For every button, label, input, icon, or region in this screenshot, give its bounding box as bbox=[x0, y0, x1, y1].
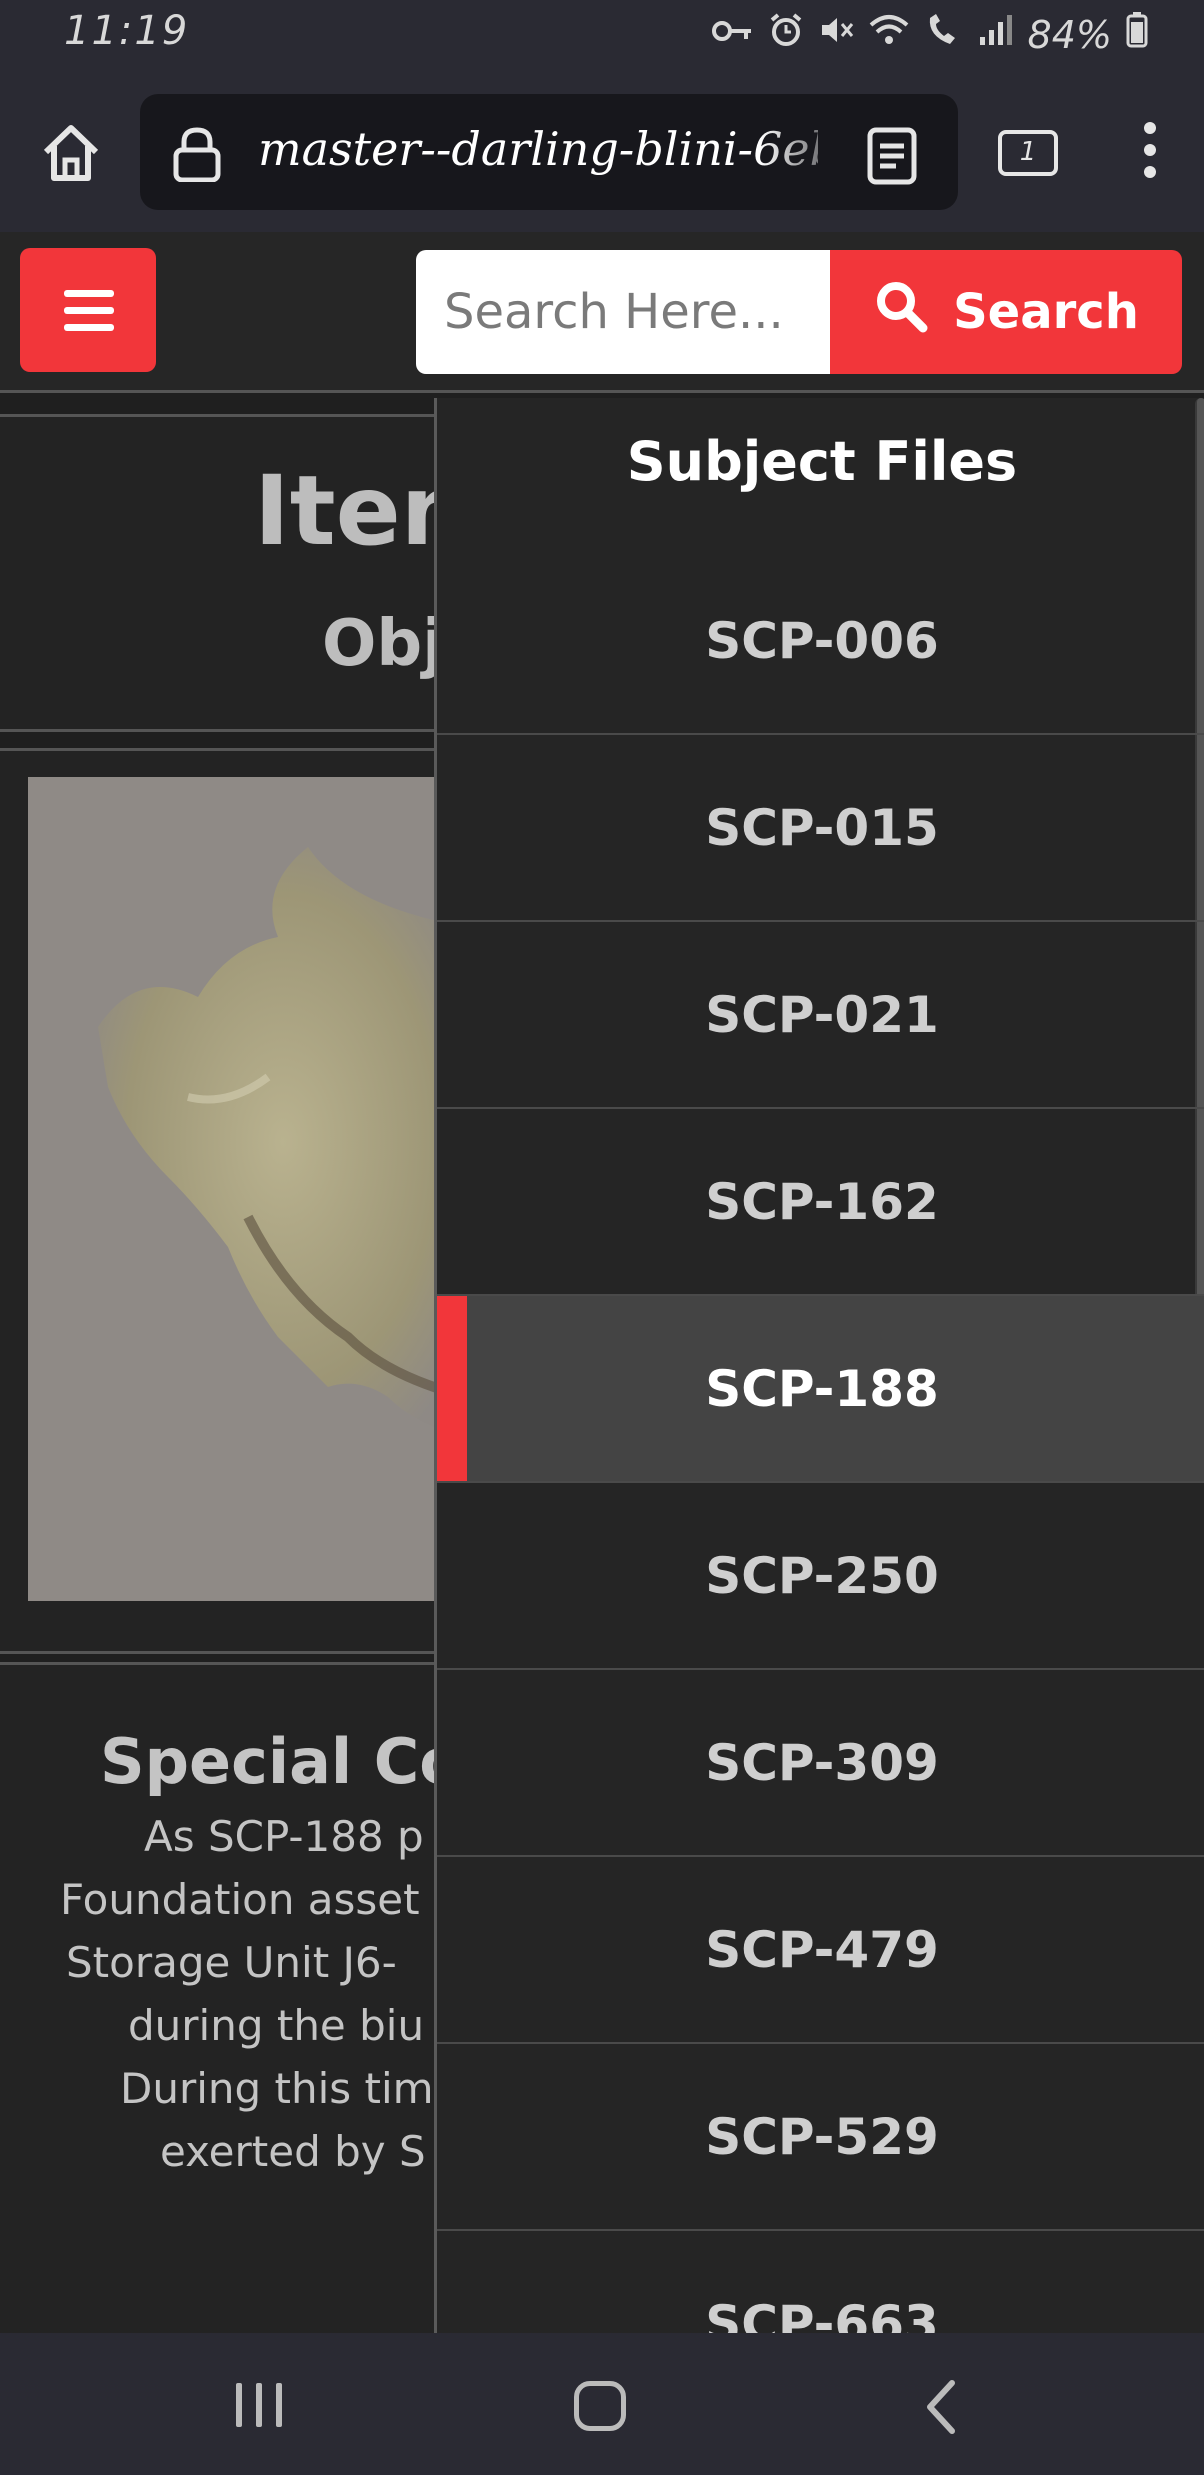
status-icons: 84% bbox=[711, 12, 1148, 57]
browser-toolbar: master--darling-blini-6eb 1 bbox=[0, 72, 1204, 232]
drawer-title: Subject Files bbox=[626, 430, 1018, 493]
object-class: Obj bbox=[322, 607, 445, 681]
signal-icon bbox=[978, 13, 1014, 56]
home-nav-icon[interactable] bbox=[574, 2381, 626, 2431]
more-menu-icon[interactable] bbox=[1140, 122, 1160, 186]
home-icon[interactable] bbox=[36, 118, 106, 188]
system-nav-bar bbox=[0, 2333, 1204, 2475]
url-fade bbox=[760, 94, 860, 210]
mute-icon bbox=[818, 12, 854, 57]
wifi-icon bbox=[868, 13, 910, 56]
drawer-item-scp-479[interactable]: SCP-479 bbox=[437, 1857, 1204, 2044]
search-button[interactable]: Search bbox=[830, 250, 1182, 374]
battery-percent: 84% bbox=[1027, 12, 1112, 57]
drawer-list: SCP-006 SCP-015 SCP-021 SCP-162 SCP-188 … bbox=[437, 548, 1204, 2333]
subject-files-drawer: Subject Files SCP-006 SCP-015 SCP-021 SC… bbox=[434, 398, 1204, 2333]
text-line: during the biu bbox=[128, 2001, 425, 2050]
search-icon bbox=[873, 278, 929, 346]
status-time: 11:19 bbox=[64, 8, 190, 54]
text-line: During this tim bbox=[120, 2064, 434, 2113]
tabs-button[interactable]: 1 bbox=[998, 130, 1058, 176]
drawer-item-scp-188[interactable]: SCP-188 bbox=[437, 1296, 1204, 1483]
search-button-label: Search bbox=[953, 284, 1139, 340]
address-bar[interactable]: master--darling-blini-6eb bbox=[140, 94, 958, 210]
recent-apps-icon[interactable] bbox=[236, 2383, 296, 2429]
text-line: As SCP-188 p bbox=[144, 1812, 424, 1861]
url-text[interactable]: master--darling-blini-6eb bbox=[258, 122, 818, 176]
back-icon[interactable] bbox=[920, 2377, 960, 2437]
drawer-item-scp-162[interactable]: SCP-162 bbox=[437, 1109, 1204, 1296]
special-containment-text: As SCP-188 p Foundation asset Storage Un… bbox=[0, 1805, 470, 2183]
drawer-item-scp-309[interactable]: SCP-309 bbox=[437, 1670, 1204, 1857]
drawer-item-scp-015[interactable]: SCP-015 bbox=[437, 735, 1204, 922]
hamburger-menu-button[interactable] bbox=[20, 248, 156, 372]
drawer-item-scp-663[interactable]: SCP-663 bbox=[437, 2231, 1204, 2334]
alarm-icon bbox=[768, 12, 804, 57]
text-line: Foundation asset bbox=[60, 1875, 420, 1924]
lock-icon bbox=[170, 126, 224, 183]
status-bar: 11:19 84% bbox=[0, 0, 1204, 72]
reader-mode-icon[interactable] bbox=[866, 126, 918, 186]
battery-icon bbox=[1126, 12, 1148, 57]
scp-photo bbox=[28, 777, 468, 1601]
text-line: exerted by S bbox=[160, 2127, 426, 2176]
drawer-item-scp-529[interactable]: SCP-529 bbox=[437, 2044, 1204, 2231]
search-input[interactable] bbox=[416, 250, 836, 374]
drawer-item-scp-250[interactable]: SCP-250 bbox=[437, 1483, 1204, 1670]
site-header: Search bbox=[0, 232, 1204, 393]
vpn-key-icon bbox=[711, 15, 754, 55]
drawer-item-scp-021[interactable]: SCP-021 bbox=[437, 922, 1204, 1109]
text-line: Storage Unit J6- bbox=[66, 1938, 397, 1987]
wifi-calling-icon bbox=[924, 12, 964, 57]
drawer-item-scp-006[interactable]: SCP-006 bbox=[437, 548, 1204, 735]
